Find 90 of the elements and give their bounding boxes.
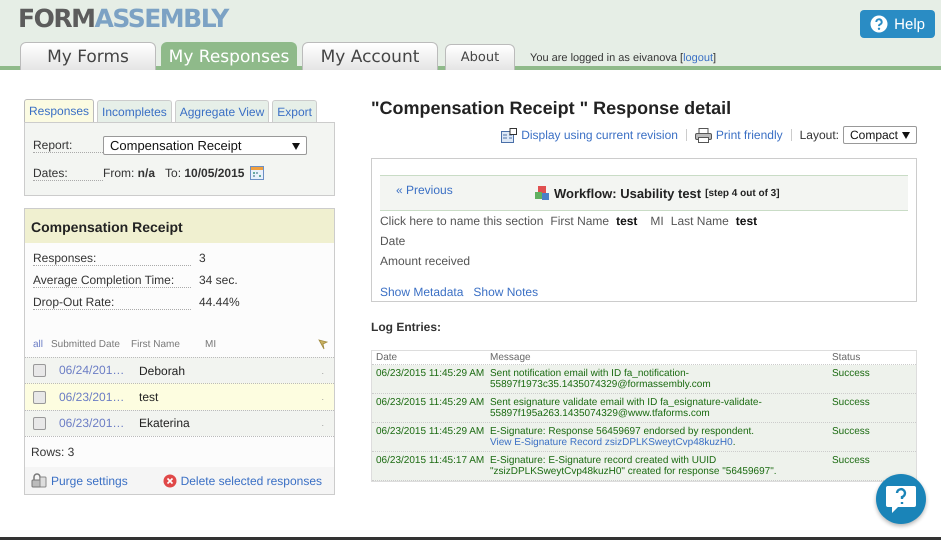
- notes-link[interactable]: Show Notes: [473, 285, 538, 299]
- field-label: MI: [650, 214, 664, 228]
- field-label: Amount received: [380, 254, 470, 268]
- flag-icon[interactable]: [318, 338, 328, 350]
- calendar-icon[interactable]: [250, 166, 264, 180]
- column-header: Status: [832, 352, 862, 363]
- tab[interactable]: Responses: [24, 99, 94, 122]
- table-cell-text: E-Signature: E-Signature record created with UUID "zsizDPLKSweytCvp48kuzH0" created for response "56459697".: [490, 455, 778, 477]
- date-link[interactable]: 06/23/201…: [59, 392, 133, 403]
- record-link[interactable]: View E-Signature Record zsizDPLKSweytCvp48kuzH0: [490, 437, 733, 448]
- report-dropdown[interactable]: Compensation Receipt: [103, 136, 307, 154]
- nav-tab[interactable]: My Forms: [20, 42, 156, 70]
- previous-link[interactable]: « Previous: [396, 183, 534, 197]
- stat-value: 3: [199, 251, 206, 265]
- table-cell-text: Sent notification email with ID fa_notification-55897f1973c35.1435074329@formassembly.com: [490, 368, 712, 390]
- stat-label: Responses:: [33, 250, 191, 266]
- purge-settings-link[interactable]: Purge settings: [31, 473, 128, 488]
- stat-value: 34 sec.: [199, 273, 238, 287]
- table-cell-text: Success: [832, 368, 871, 381]
- field-value: test: [616, 214, 638, 228]
- revision-link[interactable]: Display using current revision: [501, 128, 678, 142]
- table-cell-text: test: [138, 390, 160, 404]
- table-row[interactable]: 06/24/201… Deborah .: [25, 357, 334, 384]
- page-title: "Compensation Receipt " Response detail: [371, 98, 732, 119]
- field-label: First Name: [550, 214, 610, 228]
- table-cell-text: Success: [832, 455, 871, 468]
- bracket-text: [: [680, 52, 684, 64]
- login-text: You are logged in as eivanova: [530, 52, 677, 64]
- field-label: Dates:: [33, 166, 103, 180]
- chat-icon: [884, 483, 918, 515]
- column-header[interactable]: MI: [205, 338, 318, 350]
- chat-button[interactable]: [876, 474, 926, 524]
- print-link[interactable]: Print friendly: [694, 128, 783, 142]
- stat-label: Drop-Out Rate:: [33, 294, 191, 310]
- cubes-icon: [534, 185, 550, 201]
- logo-text: FORM: [18, 4, 94, 33]
- logout-link[interactable]: logout: [683, 52, 714, 64]
- stat-label: Average Completion Time:: [33, 272, 191, 288]
- delete-icon: [162, 474, 177, 488]
- logo-text: ASSEMBLY: [94, 4, 228, 33]
- bracket-text: ]: [713, 52, 716, 64]
- metadata-link[interactable]: Show Metadata: [380, 285, 464, 299]
- table-cell-text: Sent esignature validate email with ID fa_esignature-validate-55897f195a263.1435074329@www.tfaforms.com: [490, 397, 763, 419]
- table-cell-text: 06/23/2015 11:45:29 AM: [375, 426, 486, 439]
- delete-responses-link[interactable]: Delete selected responses: [162, 473, 322, 488]
- column-header[interactable]: First Name: [125, 338, 205, 350]
- table-cell-text: 06/23/2015 11:45:17 AM: [375, 455, 486, 468]
- table-cell-text: Deborah: [138, 364, 186, 378]
- table-cell-text: Success: [832, 397, 871, 410]
- step-text: [step 4 out of 3]: [705, 188, 780, 198]
- printer-icon: [694, 128, 712, 142]
- table-cell-text: E-Signature: Response 56459697 endorsed by respondent. View E-Signature Record zsizDPLKSweytCvp48kuzH0.: [490, 426, 756, 448]
- tab[interactable]: Aggregate View: [174, 100, 270, 122]
- checkbox[interactable]: [33, 364, 46, 378]
- layout-dropdown[interactable]: Compact: [843, 126, 917, 144]
- table-cell-text: 06/23/2015 11:45:29 AM: [375, 368, 486, 381]
- lock-icon: [31, 473, 47, 488]
- table-cell-text: .: [320, 392, 324, 402]
- field-label: Layout:: [800, 128, 839, 142]
- tab[interactable]: Incompletes: [97, 100, 172, 122]
- column-header: Date: [375, 352, 398, 363]
- nav-tab[interactable]: About: [445, 44, 515, 70]
- table-cell-text: 06/23/2015 11:45:29 AM: [375, 397, 486, 410]
- table-row[interactable]: 06/23/201… Ekaterina .: [25, 410, 334, 436]
- date-link[interactable]: 06/23/201…: [59, 418, 133, 429]
- checkbox[interactable]: [33, 416, 46, 430]
- field-label: Click here to name this section: [380, 214, 544, 228]
- select-all-link[interactable]: all: [33, 338, 51, 350]
- field-value: test: [736, 214, 758, 228]
- help-button[interactable]: Help: [860, 10, 935, 38]
- table-cell-text: .: [320, 418, 324, 428]
- field-label: Date: [380, 234, 406, 248]
- table-cell-text: .: [320, 366, 324, 376]
- tab[interactable]: Export: [272, 100, 317, 122]
- table-row[interactable]: 06/23/201… test .: [25, 383, 334, 410]
- table-cell-text: Success: [832, 426, 871, 439]
- panel-title: Compensation Receipt: [25, 209, 334, 243]
- column-header: Message: [490, 352, 532, 363]
- field-label: Last Name: [670, 214, 729, 228]
- nav-tab[interactable]: My Account: [302, 42, 438, 70]
- date-from: From: n/a: [103, 166, 156, 180]
- workflow-title: Workflow: Usability test: [554, 186, 702, 200]
- date-link[interactable]: 06/24/201…: [59, 365, 133, 376]
- date-to: To: 10/05/2015: [165, 166, 244, 180]
- table-cell-text: Ekaterina: [138, 416, 191, 430]
- help-icon: [870, 15, 888, 33]
- checkbox[interactable]: [33, 390, 46, 404]
- stat-value: 44.44%: [199, 295, 240, 309]
- column-header[interactable]: Submitted Date: [51, 338, 125, 350]
- section-title: Log Entries:: [371, 320, 442, 334]
